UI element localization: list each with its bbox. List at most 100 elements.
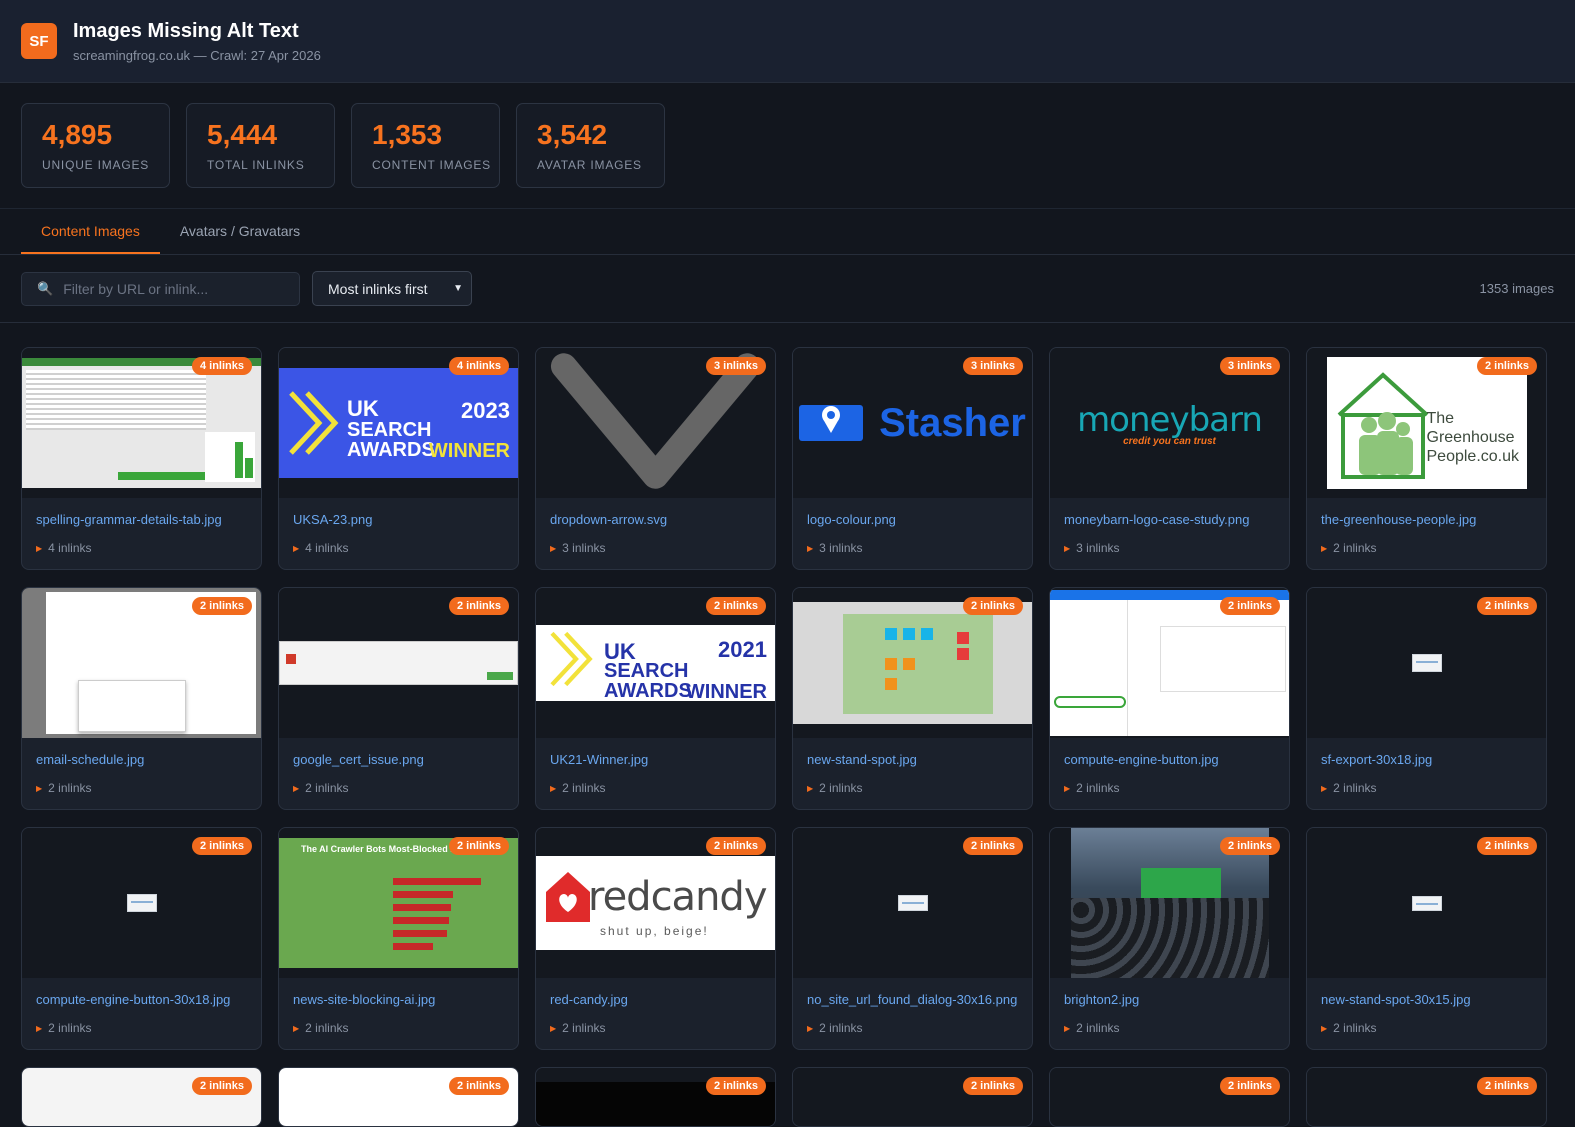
image-card[interactable]: 2 inlinks brighton2.jpg ▶ 2 inlinks (1049, 827, 1290, 1050)
image-card[interactable]: 2 inlinks no_site_url_found_dialog-30x16… (792, 827, 1033, 1050)
caret-right-icon: ▶ (1064, 1023, 1071, 1033)
image-filename-link[interactable]: UK21-Winner.jpg (550, 752, 761, 767)
image-filename-link[interactable]: dropdown-arrow.svg (550, 512, 761, 527)
image-card[interactable]: 2 inlinks compute-engine-button.jpg ▶ 2 i… (1049, 587, 1290, 810)
image-thumbnail[interactable]: 3 inlinks (536, 348, 775, 498)
image-card[interactable]: 3 inlinks dropdown-arrow.svg ▶ 3 inlinks (535, 347, 776, 570)
inlinks-toggle[interactable]: ▶ 2 inlinks (1321, 541, 1532, 555)
caret-right-icon: ▶ (293, 543, 300, 553)
inlinks-toggle[interactable]: ▶ 2 inlinks (36, 781, 247, 795)
image-thumbnail[interactable]: 2 inlinks redcandy shut up, beige! (536, 828, 775, 978)
image-card[interactable]: 2 inlinks email-schedule.jpg ▶ 2 inlinks (21, 587, 262, 810)
image-card[interactable]: 2 inlinks new-stand-spot-30x15.jpg ▶ 2 in… (1306, 827, 1547, 1050)
image-filename-link[interactable]: sf-export-30x18.jpg (1321, 752, 1532, 767)
image-card[interactable]: 2 inlinks (21, 1067, 262, 1127)
image-thumbnail[interactable]: 4 inlinks (22, 348, 261, 498)
image-filename-link[interactable]: new-stand-spot.jpg (807, 752, 1018, 767)
inlinks-badge: 2 inlinks (962, 1077, 1023, 1095)
tab-avatars[interactable]: Avatars / Gravatars (160, 209, 320, 254)
inlinks-toggle[interactable]: ▶ 2 inlinks (550, 781, 761, 795)
image-filename-link[interactable]: logo-colour.png (807, 512, 1018, 527)
image-thumbnail[interactable]: 2 inlinks The Greenhouse People.co.uk (1307, 348, 1546, 498)
image-filename-link[interactable]: UKSA-23.png (293, 512, 504, 527)
image-thumbnail[interactable]: 2 inlinks (1307, 828, 1546, 978)
inlinks-toggle[interactable]: ▶ 2 inlinks (1321, 781, 1532, 795)
image-card[interactable]: 2 inlinks UK 2021 SEARCH AWARDS WINNER U… (535, 587, 776, 810)
image-card[interactable]: 2 inlinks The AI Crawler Bots Most-Block… (278, 827, 519, 1050)
image-card[interactable]: 2 inlinks compute-engine-button-30x18.jp… (21, 827, 262, 1050)
caret-right-icon: ▶ (807, 1023, 814, 1033)
inlinks-toggle[interactable]: ▶ 2 inlinks (550, 1021, 761, 1035)
stat-label: TOTAL INLINKS (207, 158, 305, 172)
image-card[interactable]: 2 inlinks (1306, 1067, 1547, 1127)
screenshot-art (22, 358, 261, 488)
inlinks-count: 2 inlinks (1076, 1021, 1120, 1035)
inlinks-badge: 2 inlinks (191, 837, 252, 855)
image-thumbnail[interactable]: 2 inlinks (22, 828, 261, 978)
inlinks-toggle[interactable]: ▶ 2 inlinks (293, 781, 504, 795)
image-thumbnail[interactable]: 2 inlinks (1050, 588, 1289, 738)
image-thumbnail[interactable]: 2 inlinks (1307, 588, 1546, 738)
inlinks-toggle[interactable]: ▶ 4 inlinks (293, 541, 504, 555)
image-thumbnail[interactable]: 2 inlinks (22, 588, 261, 738)
inlinks-toggle[interactable]: ▶ 2 inlinks (36, 1021, 247, 1035)
image-filename-link[interactable]: news-site-blocking-ai.jpg (293, 992, 504, 1007)
inlinks-toggle[interactable]: ▶ 4 inlinks (36, 541, 247, 555)
award-logo-art: UK 2023 SEARCH AWARDS WINNER (279, 368, 518, 478)
image-thumbnail[interactable]: 3 inlinks Stasher (793, 348, 1032, 498)
image-filename-link[interactable]: red-candy.jpg (550, 992, 761, 1007)
image-filename-link[interactable]: no_site_url_found_dialog-30x16.png (807, 992, 1018, 1007)
filter-input[interactable] (63, 280, 284, 297)
chevron-down-icon: ▼ (453, 283, 463, 294)
image-thumbnail[interactable]: 2 inlinks (1050, 828, 1289, 978)
image-thumbnail[interactable]: 2 inlinks The AI Crawler Bots Most-Block… (279, 828, 518, 978)
image-card[interactable]: 2 inlinks google_cert_issue.png ▶ 2 inlin… (278, 587, 519, 810)
image-card[interactable]: 3 inlinks Stasher logo-colour.png ▶ 3 inl… (792, 347, 1033, 570)
image-card[interactable]: 2 inlinks (535, 1067, 776, 1127)
image-card[interactable]: 2 inlinks redcandy shut up, beige! red-c… (535, 827, 776, 1050)
image-card[interactable]: 2 inlinks (1049, 1067, 1290, 1127)
search-icon: 🔍 (37, 280, 54, 296)
image-card[interactable]: 4 inlinks UK 2023 SEARCH AWARDS WINNER U… (278, 347, 519, 570)
inlinks-toggle[interactable]: ▶ 3 inlinks (1064, 541, 1275, 555)
image-filename-link[interactable]: compute-engine-button-30x18.jpg (36, 992, 247, 1007)
inlinks-count: 2 inlinks (819, 1021, 863, 1035)
image-card[interactable]: 2 inlinks new-stand-spot.jpg ▶ 2 inlinks (792, 587, 1033, 810)
image-thumbnail[interactable]: 3 inlinks moneybarn credit you can trust (1050, 348, 1289, 498)
sort-select[interactable]: Most inlinks first ▼ (312, 271, 472, 306)
inlinks-toggle[interactable]: ▶ 2 inlinks (807, 781, 1018, 795)
inlinks-toggle[interactable]: ▶ 2 inlinks (1321, 1021, 1532, 1035)
image-filename-link[interactable]: google_cert_issue.png (293, 752, 504, 767)
image-card[interactable]: 2 inlinks The Greenhouse People.co.uk th… (1306, 347, 1547, 570)
image-card[interactable]: 2 inlinks sf-export-30x18.jpg ▶ 2 inlinks (1306, 587, 1547, 810)
caret-right-icon: ▶ (293, 1023, 300, 1033)
art-text-line: The (1426, 410, 1455, 427)
tab-content-images[interactable]: Content Images (21, 209, 160, 254)
inlinks-badge: 2 inlinks (1219, 837, 1280, 855)
inlinks-toggle[interactable]: ▶ 2 inlinks (1064, 781, 1275, 795)
inlinks-toggle[interactable]: ▶ 2 inlinks (1064, 1021, 1275, 1035)
image-thumbnail[interactable]: 2 inlinks (793, 828, 1032, 978)
art-text: redcandy (588, 874, 767, 920)
caret-right-icon: ▶ (293, 783, 300, 793)
image-card[interactable]: 3 inlinks moneybarn credit you can trust… (1049, 347, 1290, 570)
image-card[interactable]: 4 inlinks spelling-grammar-details-tab.j… (21, 347, 262, 570)
inlinks-toggle[interactable]: ▶ 2 inlinks (807, 1021, 1018, 1035)
inlinks-toggle[interactable]: ▶ 2 inlinks (293, 1021, 504, 1035)
inlinks-toggle[interactable]: ▶ 3 inlinks (807, 541, 1018, 555)
inlinks-toggle[interactable]: ▶ 3 inlinks (550, 541, 761, 555)
image-filename-link[interactable]: email-schedule.jpg (36, 752, 247, 767)
image-filename-link[interactable]: spelling-grammar-details-tab.jpg (36, 512, 247, 527)
image-filename-link[interactable]: new-stand-spot-30x15.jpg (1321, 992, 1532, 1007)
image-filename-link[interactable]: brighton2.jpg (1064, 992, 1275, 1007)
chevron-logo-icon (550, 631, 593, 687)
image-thumbnail[interactable]: 2 inlinks UK 2021 SEARCH AWARDS WINNER (536, 588, 775, 738)
image-card[interactable]: 2 inlinks (278, 1067, 519, 1127)
image-card[interactable]: 2 inlinks (792, 1067, 1033, 1127)
image-thumbnail[interactable]: 4 inlinks UK 2023 SEARCH AWARDS WINNER (279, 348, 518, 498)
image-filename-link[interactable]: compute-engine-button.jpg (1064, 752, 1275, 767)
image-thumbnail[interactable]: 2 inlinks (279, 588, 518, 738)
image-thumbnail[interactable]: 2 inlinks (793, 588, 1032, 738)
image-filename-link[interactable]: the-greenhouse-people.jpg (1321, 512, 1532, 527)
image-filename-link[interactable]: moneybarn-logo-case-study.png (1064, 512, 1275, 527)
